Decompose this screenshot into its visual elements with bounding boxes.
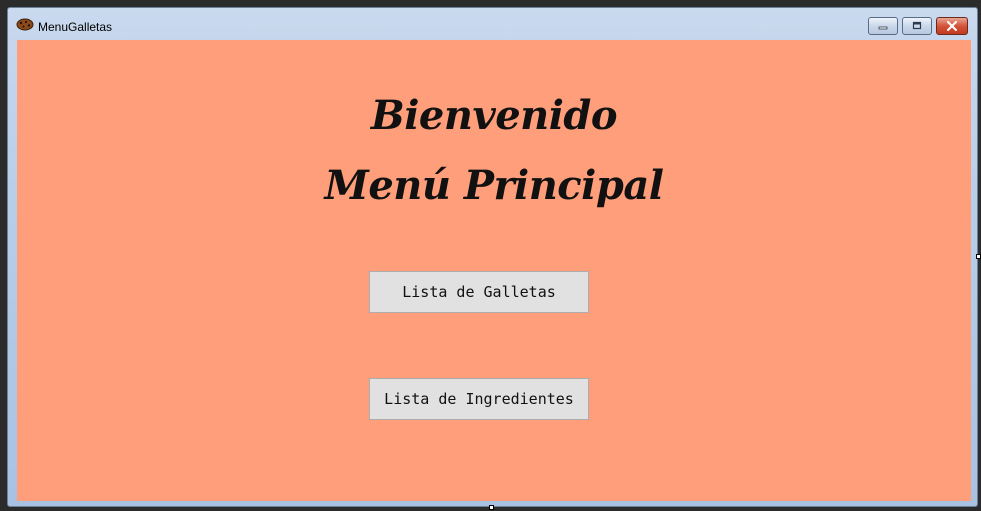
restore-button[interactable]: [902, 17, 932, 35]
main-panel: Bienvenido Menú Principal Lista de Galle…: [17, 40, 971, 501]
resize-handle-right[interactable]: [976, 254, 981, 259]
minimize-button[interactable]: [868, 17, 898, 35]
ingredient-list-button[interactable]: Lista de Ingredientes: [369, 378, 589, 420]
cookie-list-button[interactable]: Lista de Galletas: [369, 271, 589, 313]
window-title: MenuGalletas: [38, 20, 113, 34]
menu-title: Menú Principal: [324, 162, 664, 209]
app-window: MenuGalletas Bienvenido Menú Principal L…: [7, 7, 978, 507]
title-bar[interactable]: MenuGalletas: [8, 8, 977, 40]
cookie-app-icon: [16, 18, 34, 31]
minimize-icon: [878, 26, 888, 30]
designer-frame: MenuGalletas Bienvenido Menú Principal L…: [0, 0, 981, 511]
close-icon: [947, 21, 957, 31]
resize-handle-bottom[interactable]: [489, 505, 494, 510]
restore-icon: [912, 21, 922, 30]
close-button[interactable]: [936, 17, 968, 35]
welcome-heading: Bienvenido: [370, 92, 618, 139]
